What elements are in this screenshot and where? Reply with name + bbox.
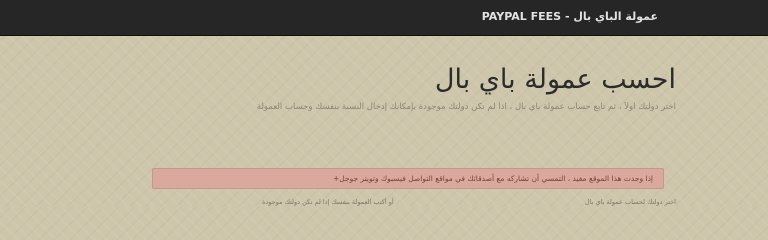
custom-fee-label: أو أكتب العمولة بنفسك إذا لم تكن دولتك م… bbox=[262, 198, 394, 206]
page-title: احسب عمولة باي بال bbox=[434, 64, 676, 95]
brand-link[interactable]: عمولة الباي بال - PAYPAL FEES bbox=[482, 10, 658, 23]
page-subtitle: اختر دولتك أولاً ، ثم تابع حساب عمولة با… bbox=[256, 102, 676, 112]
share-alert: إذا وجدت هذا الموقع مفيد ، التمسي أن تشا… bbox=[152, 168, 664, 189]
share-alert-text: إذا وجدت هذا الموقع مفيد ، التمسي أن تشا… bbox=[333, 174, 653, 183]
top-navbar: عمولة الباي بال - PAYPAL FEES bbox=[0, 0, 768, 36]
country-select-label: اختر دولتك لحساب عمولة باي بال bbox=[584, 198, 676, 206]
